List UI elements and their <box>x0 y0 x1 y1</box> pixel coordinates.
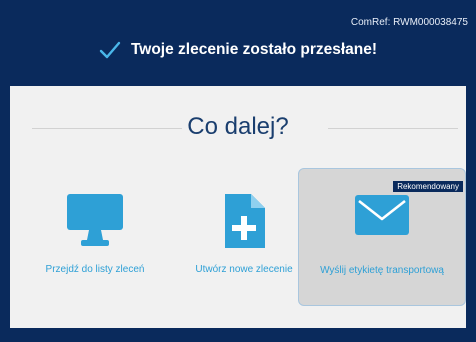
send-label-label: Wyślij etykietę transportową <box>320 265 444 276</box>
monitor-icon <box>65 192 125 255</box>
create-order-option[interactable]: Utwórz nowe zlecenie <box>170 168 318 304</box>
success-title: Twoje zlecenie zostało przesłane! <box>130 41 378 58</box>
comref-label: ComRef: RWM000038475 <box>350 17 468 28</box>
envelope-icon <box>353 193 411 244</box>
new-document-icon <box>219 192 269 257</box>
success-headline: Twoje zlecenie zostało przesłane! <box>0 36 476 64</box>
next-steps-heading: Co dalej? <box>187 113 289 140</box>
next-steps-panel: Co dalej? Przejdź do listy zleceń Utwórz… <box>10 86 466 328</box>
go-to-orders-label: Przejdź do listy zleceń <box>45 264 145 275</box>
checkmark-icon <box>99 41 121 59</box>
go-to-orders-option[interactable]: Przejdź do listy zleceń <box>20 168 170 304</box>
recommended-badge: Rekomendowany <box>393 181 463 192</box>
header-bar: ComRef: RWM000038475 Twoje zlecenie zost… <box>0 0 476 86</box>
send-label-option[interactable]: Rekomendowany Wyślij etykietę transporto… <box>298 168 466 306</box>
create-order-label: Utwórz nowe zlecenie <box>195 264 293 275</box>
divider-right <box>328 128 458 129</box>
